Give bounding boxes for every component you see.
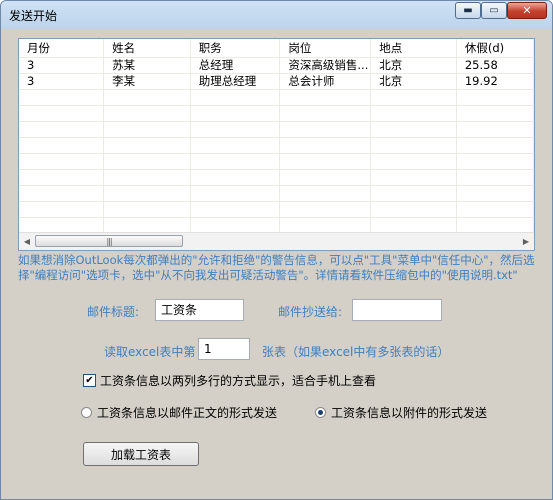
send-window: 发送开始 ▬ ▭ ✕ 月份 姓名 职务 岗位 地点 休假(d) 3 苏某 总经理… [0, 0, 553, 500]
radio-attachment-label: 工资条信息以附件的形式发送 [331, 406, 488, 420]
empty-row [19, 89, 534, 106]
table-cell: 总经理 [190, 57, 281, 74]
maximize-button[interactable]: ▭ [481, 2, 507, 19]
close-button[interactable]: ✕ [507, 2, 547, 19]
minimize-button[interactable]: ▬ [455, 2, 481, 19]
minimize-icon: ▬ [463, 5, 473, 16]
multirow-label: 工资条信息以两列多行的方式显示，适合手机上查看 [100, 374, 377, 388]
check-icon: ✔ [85, 375, 94, 386]
close-icon: ✕ [522, 4, 532, 17]
maximize-icon: ▭ [489, 5, 499, 16]
subject-input[interactable]: 工资条 [155, 299, 244, 321]
multirow-option[interactable]: ✔ 工资条信息以两列多行的方式显示，适合手机上查看 [83, 372, 376, 389]
empty-row [19, 121, 534, 138]
salary-grid[interactable]: 月份 姓名 职务 岗位 地点 休假(d) 3 苏某 总经理 资深高级销售... [18, 38, 535, 251]
scroll-thumb[interactable]: ||| [35, 235, 183, 247]
table-cell: 助理总经理 [190, 73, 281, 90]
sheet-label: 读取excel表中第 [104, 345, 196, 359]
scroll-left-icon[interactable]: ◀ [19, 233, 35, 250]
column-header[interactable]: 职务 [190, 39, 281, 58]
sheet-index-input[interactable]: 1 [198, 338, 250, 360]
column-header[interactable]: 月份 [19, 39, 105, 58]
horizontal-scrollbar[interactable]: ◀ ||| ▶ [19, 232, 534, 250]
table-cell: 北京 [370, 73, 457, 90]
outlook-warning-notice: 如果想消除OutLook每次都弹出的"允许和拒绝"的警告信息，可以点"工具"菜单… [18, 253, 535, 282]
radio-body[interactable] [81, 407, 92, 418]
table-cell: 19.92 [456, 73, 534, 90]
sheet-suffix-label: 张表（如果excel中有多张表的话） [262, 345, 450, 359]
table-cell: 3 [19, 73, 105, 90]
empty-row [19, 137, 534, 154]
table-cell: 25.58 [456, 57, 534, 74]
salary-table: 月份 姓名 职务 岗位 地点 休假(d) 3 苏某 总经理 资深高级销售... [19, 39, 534, 234]
empty-row [19, 169, 534, 186]
column-header[interactable]: 岗位 [279, 39, 372, 58]
table-cell: 3 [19, 57, 105, 74]
subject-label: 邮件标题: [87, 305, 140, 319]
empty-row [19, 153, 534, 170]
cc-input[interactable] [352, 299, 442, 321]
table-row[interactable]: 3 苏某 总经理 资深高级销售... 北京 25.58 [19, 57, 534, 74]
title-bar: 发送开始 ▬ ▭ ✕ [1, 1, 552, 29]
table-cell: 北京 [370, 57, 457, 74]
radio-attachment-option[interactable]: 工资条信息以附件的形式发送 [315, 404, 487, 421]
table-row[interactable]: 3 李某 助理总经理 总会计师 北京 19.92 [19, 73, 534, 90]
load-salary-button[interactable]: 加载工资表 [83, 442, 199, 466]
empty-row [19, 201, 534, 218]
table-header-row: 月份 姓名 职务 岗位 地点 休假(d) [19, 39, 534, 58]
client-area: 月份 姓名 职务 岗位 地点 休假(d) 3 苏某 总经理 资深高级销售... [8, 29, 545, 492]
column-header[interactable]: 休假(d) [456, 39, 534, 58]
column-header[interactable]: 姓名 [103, 39, 191, 58]
table-cell: 李某 [103, 73, 191, 90]
radio-body-option[interactable]: 工资条信息以邮件正文的形式发送 [81, 404, 277, 421]
scroll-right-icon[interactable]: ▶ [518, 233, 534, 250]
radio-selected-dot [318, 410, 323, 415]
multirow-checkbox[interactable]: ✔ [83, 374, 96, 387]
table-cell: 总会计师 [279, 73, 372, 90]
column-header[interactable]: 地点 [370, 39, 457, 58]
empty-row [19, 185, 534, 202]
empty-row [19, 105, 534, 122]
table-cell: 资深高级销售... [279, 57, 372, 74]
grip-icon: ||| [106, 236, 112, 246]
table-cell: 苏某 [103, 57, 191, 74]
radio-body-label: 工资条信息以邮件正文的形式发送 [97, 406, 278, 420]
window-title: 发送开始 [9, 9, 58, 23]
radio-attachment[interactable] [315, 407, 326, 418]
cc-label: 邮件抄送给: [278, 305, 343, 319]
